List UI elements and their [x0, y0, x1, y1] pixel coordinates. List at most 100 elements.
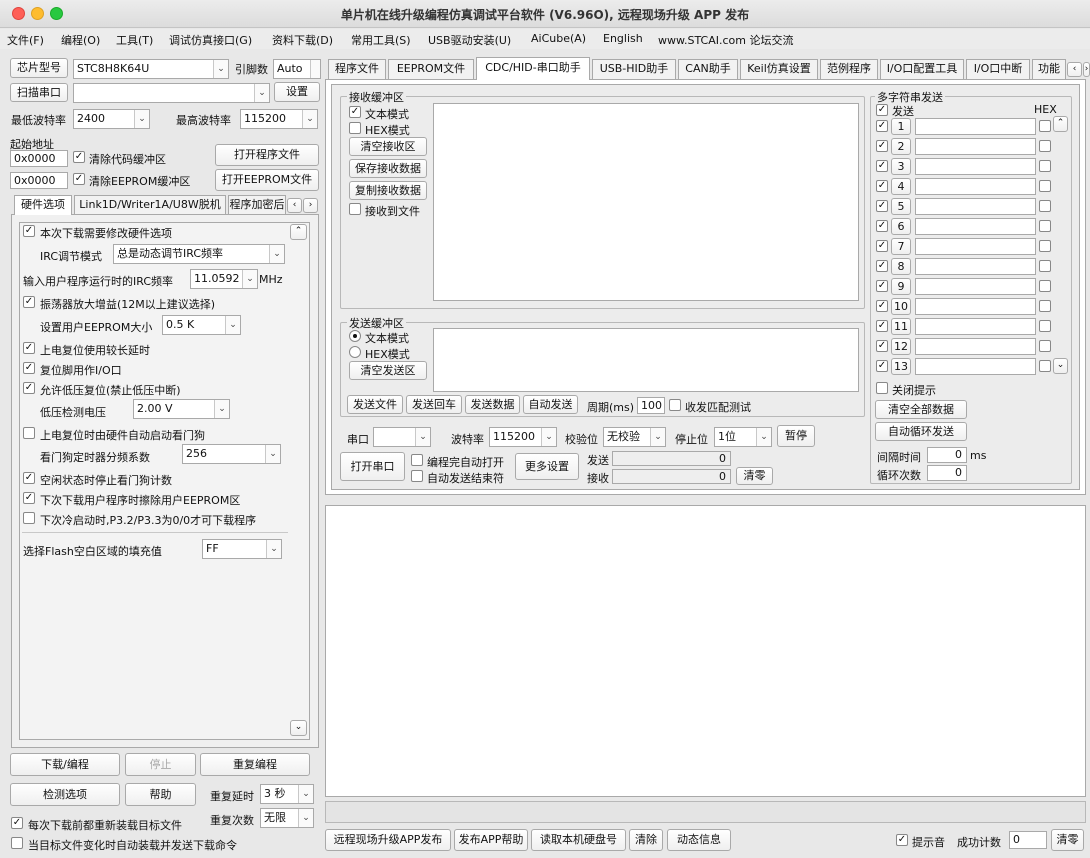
multi-row-send-checkbox[interactable]: ✓: [876, 320, 888, 332]
pins-select[interactable]: Auto: [273, 59, 321, 79]
idle-wdt-checkbox[interactable]: ✓: [23, 472, 35, 484]
clear-receive-button[interactable]: 清空接收区: [349, 137, 427, 156]
max-baud-select[interactable]: 115200 ⌄: [240, 109, 318, 129]
recv-text-mode-checkbox[interactable]: ✓: [349, 106, 361, 118]
multi-row-send-button[interactable]: 12: [891, 338, 911, 355]
multi-row-text-field[interactable]: [915, 198, 1036, 215]
send-data-button[interactable]: 发送数据: [465, 395, 520, 414]
wdt-auto-checkbox[interactable]: [23, 427, 35, 439]
tab-functions[interactable]: 功能: [1032, 59, 1066, 79]
eeprom-size-select[interactable]: 0.5 K ⌄: [162, 315, 241, 335]
tab-program-encryption[interactable]: 程序加密后: [228, 195, 286, 215]
multi-row-hex-checkbox[interactable]: [1039, 320, 1051, 332]
multi-row-hex-checkbox[interactable]: [1039, 160, 1051, 172]
multi-row-send-checkbox[interactable]: ✓: [876, 120, 888, 132]
multi-row-hex-checkbox[interactable]: [1039, 260, 1051, 272]
multi-row-text-field[interactable]: [915, 358, 1036, 375]
scroll-up-icon[interactable]: ⌃: [290, 224, 307, 240]
scan-port-button[interactable]: 扫描串口: [10, 83, 68, 102]
tab-io-interrupt[interactable]: I/O口中断: [966, 59, 1030, 79]
tab-scroll-right-icon[interactable]: ›: [303, 198, 318, 213]
multi-row-text-field[interactable]: [915, 318, 1036, 335]
multi-row-send-button[interactable]: 1: [891, 118, 911, 135]
multi-row-send-button[interactable]: 11: [891, 318, 911, 335]
output-log-area[interactable]: [325, 505, 1086, 797]
open-eeprom-file-button[interactable]: 打开EEPROM文件: [215, 169, 319, 191]
multi-row-text-field[interactable]: [915, 298, 1036, 315]
tab-can[interactable]: CAN助手: [678, 59, 738, 79]
multi-row-send-button[interactable]: 4: [891, 178, 911, 195]
send-file-button[interactable]: 发送文件: [347, 395, 403, 414]
multi-row-text-field[interactable]: [915, 118, 1036, 135]
fill-value-select[interactable]: FF ⌄: [202, 539, 282, 559]
multi-row-send-checkbox[interactable]: ✓: [876, 220, 888, 232]
menu-downloads[interactable]: 资料下载(D): [272, 32, 333, 48]
multi-row-send-button[interactable]: 10: [891, 298, 911, 315]
multi-row-text-field[interactable]: [915, 238, 1036, 255]
multi-row-send-button[interactable]: 13: [891, 358, 911, 375]
multi-row-hex-checkbox[interactable]: [1039, 360, 1051, 372]
multi-row-text-field[interactable]: [915, 178, 1036, 195]
menu-usb-driver[interactable]: USB驱动安装(U): [428, 32, 511, 48]
check-options-button[interactable]: 检测选项: [10, 783, 120, 806]
match-test-checkbox[interactable]: [669, 399, 681, 411]
auto-reload-checkbox[interactable]: [11, 837, 23, 849]
modify-hw-options-checkbox[interactable]: ✓: [23, 225, 35, 237]
menu-debug[interactable]: 调试仿真接口(G): [169, 32, 252, 48]
multi-row-send-button[interactable]: 5: [891, 198, 911, 215]
multi-row-hex-checkbox[interactable]: [1039, 240, 1051, 252]
multi-row-send-button[interactable]: 9: [891, 278, 911, 295]
multi-row-hex-checkbox[interactable]: [1039, 140, 1051, 152]
stop-bits-select[interactable]: 1位 ⌄: [714, 427, 772, 447]
multi-row-hex-checkbox[interactable]: [1039, 340, 1051, 352]
tab-scroll-left-icon[interactable]: ‹: [287, 198, 302, 213]
open-port-button[interactable]: 打开串口: [340, 452, 405, 481]
multi-row-send-button[interactable]: 3: [891, 158, 911, 175]
multi-row-text-field[interactable]: [915, 218, 1036, 235]
code-address-field[interactable]: 0x0000: [10, 150, 68, 167]
multi-row-send-checkbox[interactable]: ✓: [876, 160, 888, 172]
menu-common-tools[interactable]: 常用工具(S): [351, 32, 411, 48]
settings-button[interactable]: 设置: [274, 82, 320, 102]
port-select[interactable]: ⌄: [373, 427, 431, 447]
multi-row-hex-checkbox[interactable]: [1039, 200, 1051, 212]
multi-row-hex-checkbox[interactable]: [1039, 280, 1051, 292]
parity-select[interactable]: 无校验 ⌄: [603, 427, 666, 447]
clear-output-button[interactable]: 清除: [629, 829, 663, 851]
tab-offline-writer[interactable]: Link1D/Writer1A/U8W脱机: [74, 195, 226, 215]
wdt-div-select[interactable]: 256 ⌄: [182, 444, 281, 464]
multi-send-all-checkbox[interactable]: ✓: [876, 104, 888, 116]
multi-row-send-checkbox[interactable]: ✓: [876, 180, 888, 192]
multi-row-text-field[interactable]: [915, 278, 1036, 295]
receive-text-area[interactable]: [433, 103, 859, 301]
tab-scroll-left-icon[interactable]: ‹: [1067, 62, 1082, 77]
multi-row-send-checkbox[interactable]: ✓: [876, 280, 888, 292]
multi-row-hex-checkbox[interactable]: [1039, 300, 1051, 312]
multi-row-send-button[interactable]: 8: [891, 258, 911, 275]
multi-row-send-button[interactable]: 2: [891, 138, 911, 155]
tab-examples[interactable]: 范例程序: [820, 59, 878, 79]
reload-checkbox[interactable]: ✓: [11, 817, 23, 829]
multi-row-send-checkbox[interactable]: ✓: [876, 140, 888, 152]
menu-file[interactable]: 文件(F): [7, 32, 44, 48]
send-text-mode-radio[interactable]: [349, 330, 361, 342]
menu-aicube[interactable]: AiCube(A): [531, 32, 586, 45]
multi-row-send-checkbox[interactable]: ✓: [876, 200, 888, 212]
dynamic-info-button[interactable]: 动态信息: [667, 829, 731, 851]
scroll-down-icon[interactable]: ⌄: [1053, 358, 1068, 374]
multi-row-hex-checkbox[interactable]: [1039, 120, 1051, 132]
tab-program-file[interactable]: 程序文件: [328, 59, 386, 79]
repeat-count-select[interactable]: 无限 ⌄: [260, 808, 314, 828]
multi-row-send-button[interactable]: 6: [891, 218, 911, 235]
tab-eeprom-file[interactable]: EEPROM文件: [388, 59, 474, 79]
clear-send-button[interactable]: 清空发送区: [349, 361, 427, 380]
tab-usb-hid[interactable]: USB-HID助手: [592, 59, 676, 79]
tab-keil-settings[interactable]: Keil仿真设置: [740, 59, 818, 79]
multi-row-send-checkbox[interactable]: ✓: [876, 260, 888, 272]
lv-detect-select[interactable]: 2.00 V ⌄: [133, 399, 230, 419]
multi-row-text-field[interactable]: [915, 138, 1036, 155]
chip-model-button[interactable]: 芯片型号: [10, 58, 68, 78]
multi-row-text-field[interactable]: [915, 158, 1036, 175]
irc-mode-select[interactable]: 总是动态调节IRC频率 ⌄: [113, 244, 285, 264]
publish-app-help-button[interactable]: 发布APP帮助: [454, 829, 528, 851]
